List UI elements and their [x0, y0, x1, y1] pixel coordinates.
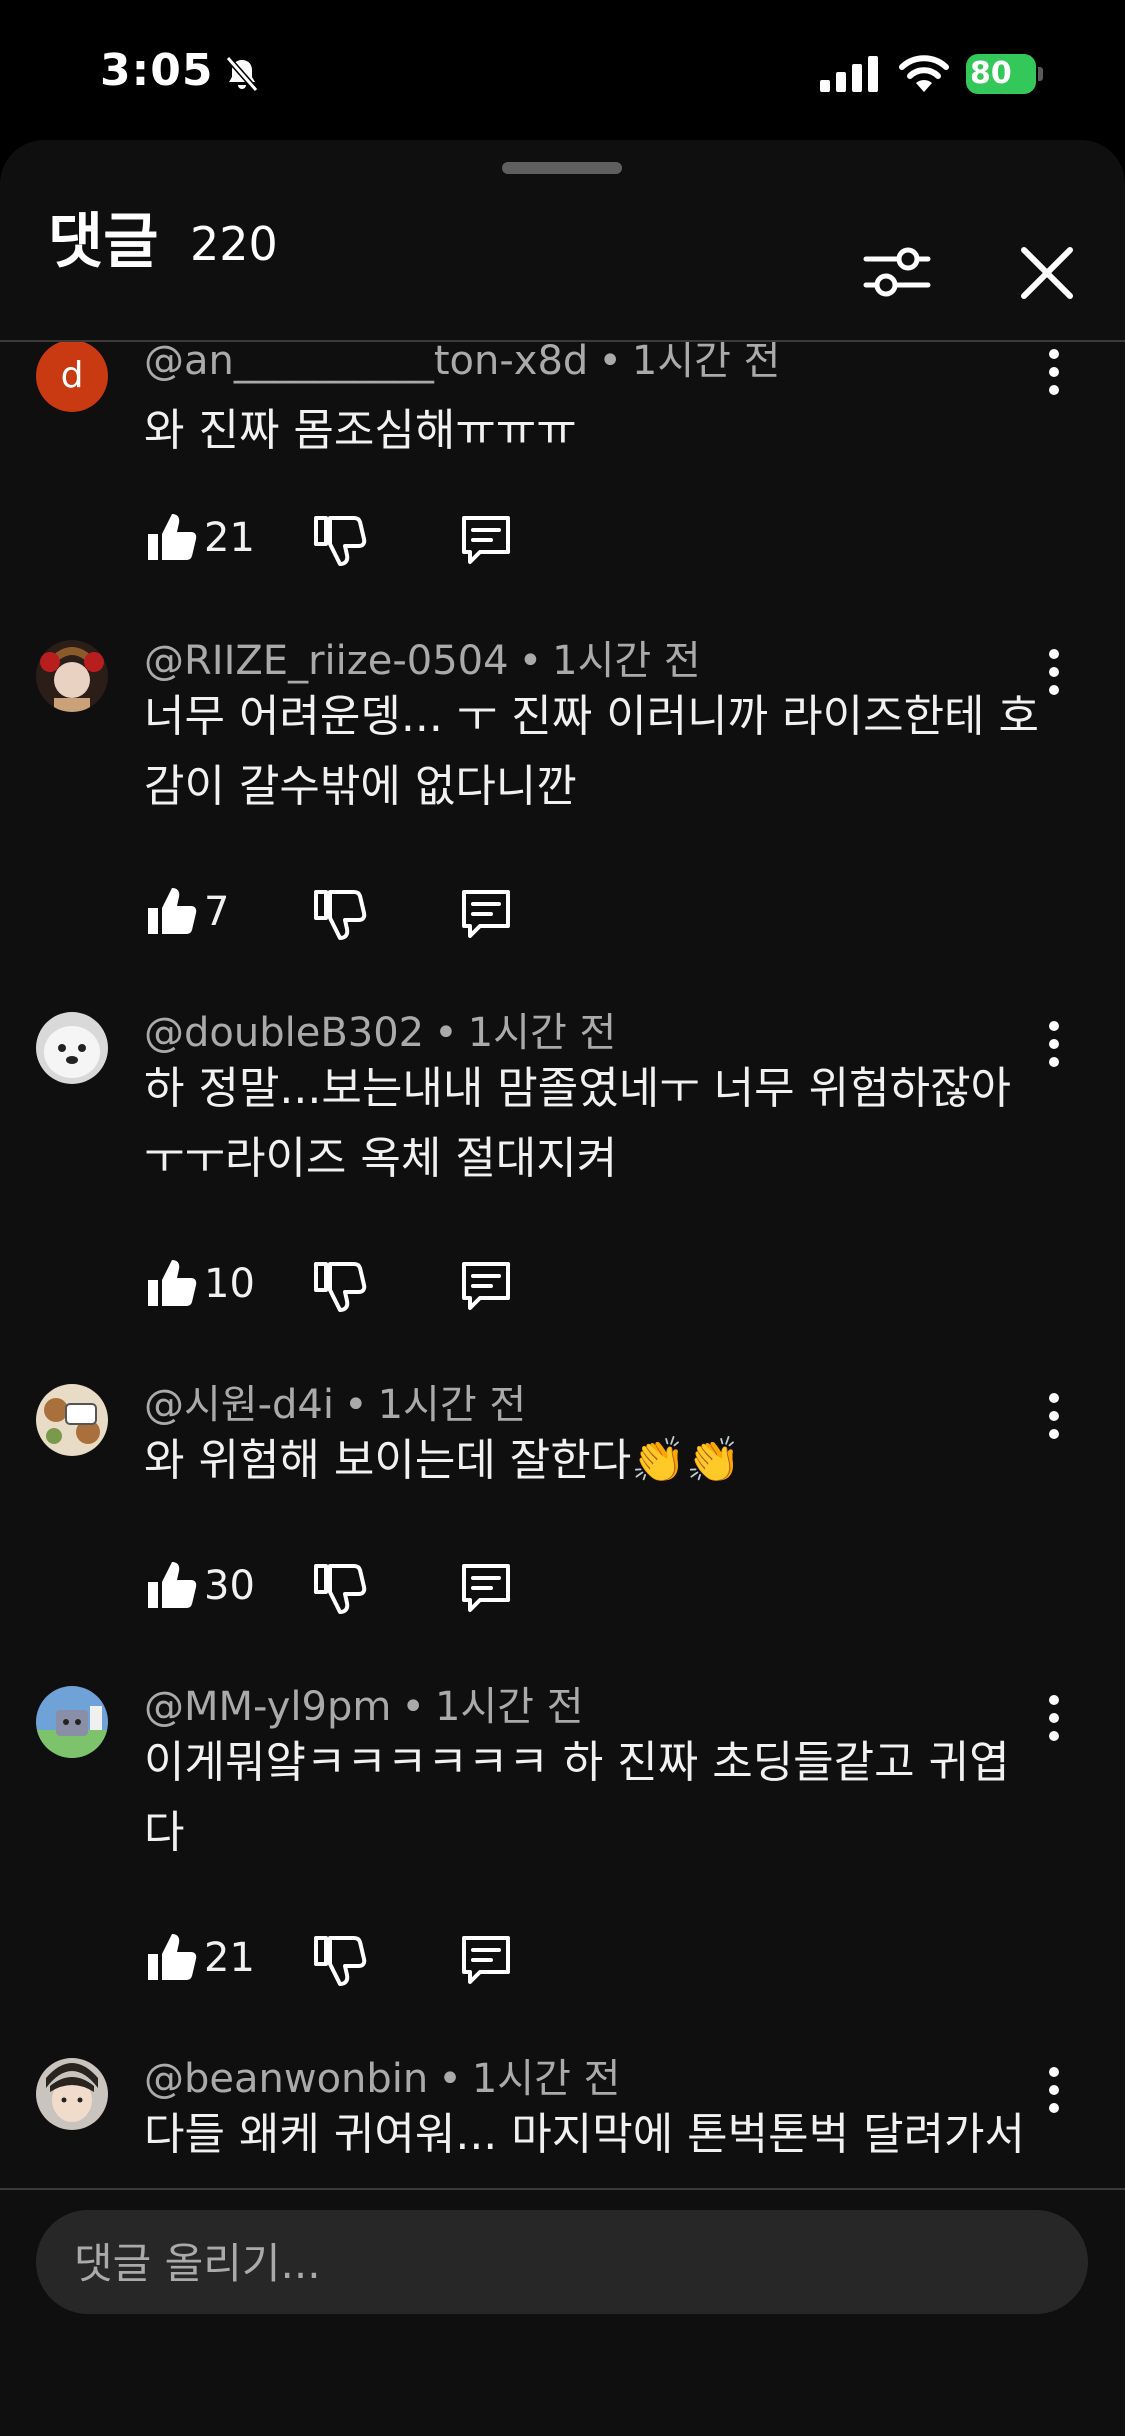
avatar-image	[36, 2058, 108, 2130]
comment-author[interactable]: @RIIZE_riize-0504	[144, 638, 509, 684]
comment-author[interactable]: @시원-d4i	[144, 1382, 334, 1428]
thumbs-up-icon[interactable]	[140, 882, 200, 942]
avatar-image	[36, 1012, 108, 1084]
comment-count: 220	[190, 217, 278, 271]
sheet-grabber[interactable]	[502, 162, 622, 174]
comment-icon[interactable]	[456, 1558, 516, 1618]
close-icon[interactable]	[1014, 240, 1080, 306]
comment-author[interactable]: @an__________ton-x8d	[144, 342, 588, 384]
comment-text: 다들 왜케 귀여워... 마지막에 톤벅톤벅 달려가서	[144, 2109, 1026, 2160]
more-vertical-icon[interactable]	[1036, 344, 1072, 400]
comment-input[interactable]	[72, 2232, 1036, 2294]
comment-time: 1시간 전	[471, 2056, 621, 2102]
like-count: 21	[204, 515, 255, 561]
avatar-image	[36, 1384, 108, 1456]
battery-percent: 80	[970, 56, 1012, 91]
thumbs-up-icon[interactable]	[140, 1928, 200, 1988]
thumbs-down-icon[interactable]	[308, 1930, 368, 1990]
thumbs-down-icon[interactable]	[308, 510, 368, 570]
comment-meta: @시원-d4i • 1시간 전	[144, 1382, 527, 1428]
like-count: 21	[204, 1935, 255, 1981]
status-bar: 3:05 80	[0, 0, 1125, 140]
comment-actions: 21	[140, 1928, 740, 1988]
sheet-title: 댓글	[48, 207, 159, 277]
comment-text: 이게뭐얔ㅋㅋㅋㅋㅋㅋ 하 진짜 초딩들같고 귀엽다	[144, 1737, 1010, 1858]
comment-icon[interactable]	[456, 884, 516, 944]
comment-time: 1시간 전	[631, 342, 781, 384]
comment-text: 와 진짜 몸조심해ㅠㅠㅠ	[144, 405, 577, 456]
comment-icon[interactable]	[456, 510, 516, 570]
comment-time: 1시간 전	[377, 1382, 527, 1428]
comment-meta: @beanwonbin • 1시간 전	[144, 2056, 621, 2102]
sliders-icon[interactable]	[862, 237, 932, 307]
comment-time: 1시간 전	[467, 1010, 617, 1056]
comment-time: 1시간 전	[552, 638, 701, 684]
thumbs-up-icon[interactable]	[140, 1556, 200, 1616]
thumbs-up-icon[interactable]	[140, 508, 200, 568]
like-count: 10	[204, 1261, 255, 1307]
comment-icon[interactable]	[456, 1256, 516, 1316]
comment-meta: @an__________ton-x8d • 1시간 전	[144, 342, 781, 386]
comment-actions: 30	[140, 1556, 740, 1616]
battery-indicator: 80	[966, 54, 1043, 94]
comment-actions: 21	[140, 508, 740, 568]
wifi-icon	[899, 55, 949, 92]
avatar[interactable]	[36, 1384, 108, 1456]
comment-actions: 10	[140, 1254, 740, 1314]
comment-list[interactable]: d @an__________ton-x8d • 1시간 전 와 진짜 몸조심해ㅠㅠ…	[0, 342, 1125, 2186]
comment-composer[interactable]	[36, 2210, 1088, 2314]
comment-author[interactable]: @doubleB302	[144, 1010, 424, 1056]
battery-cap	[1038, 67, 1043, 81]
comment-actions: 7	[140, 882, 740, 942]
comment-author[interactable]: @beanwonbin	[144, 2056, 428, 2102]
bell-slash-icon	[225, 56, 259, 92]
avatar-image	[36, 1686, 108, 1758]
avatar[interactable]	[36, 640, 108, 712]
comment-time: 1시간 전	[434, 1684, 584, 1730]
comment-icon[interactable]	[456, 1930, 516, 1990]
comment-meta: @MM-yl9pm • 1시간 전	[144, 1684, 584, 1730]
avatar[interactable]	[36, 1012, 108, 1084]
comments-sheet: 댓글 220 d @an__________ton-x8d • 1시간 전 와 진짜…	[0, 140, 1125, 2436]
avatar-image	[36, 640, 108, 712]
comment-text: 너무 어려운뎅... ㅜ 진짜 이러니까 라이즈한테 호감이 갈수밖에 없다니깐	[144, 691, 1039, 812]
signal-icon	[820, 56, 878, 92]
comment-meta: @RIIZE_riize-0504 • 1시간 전	[144, 638, 701, 684]
composer-divider	[0, 2188, 1125, 2190]
avatar-letter: d	[36, 342, 108, 412]
status-time: 3:05	[100, 45, 214, 96]
avatar[interactable]	[36, 2058, 108, 2130]
like-count: 30	[204, 1563, 255, 1609]
comment-text: 와 위험해 보이는데 잘한다👏👏	[144, 1435, 741, 1486]
comment-meta: @doubleB302 • 1시간 전	[144, 1010, 617, 1056]
avatar[interactable]: d	[36, 342, 108, 412]
avatar[interactable]	[36, 1686, 108, 1758]
thumbs-down-icon[interactable]	[308, 1558, 368, 1618]
comment-author[interactable]: @MM-yl9pm	[144, 1684, 391, 1730]
thumbs-up-icon[interactable]	[140, 1254, 200, 1314]
thumbs-down-icon[interactable]	[308, 1256, 368, 1316]
like-count: 7	[204, 889, 230, 935]
thumbs-down-icon[interactable]	[308, 884, 368, 944]
comment-text: 하 정말...보는내내 맘졸였네ㅜ 너무 위험하잖아 ㅜㅜ라이즈 옥체 절대지켜	[144, 1063, 1012, 1184]
